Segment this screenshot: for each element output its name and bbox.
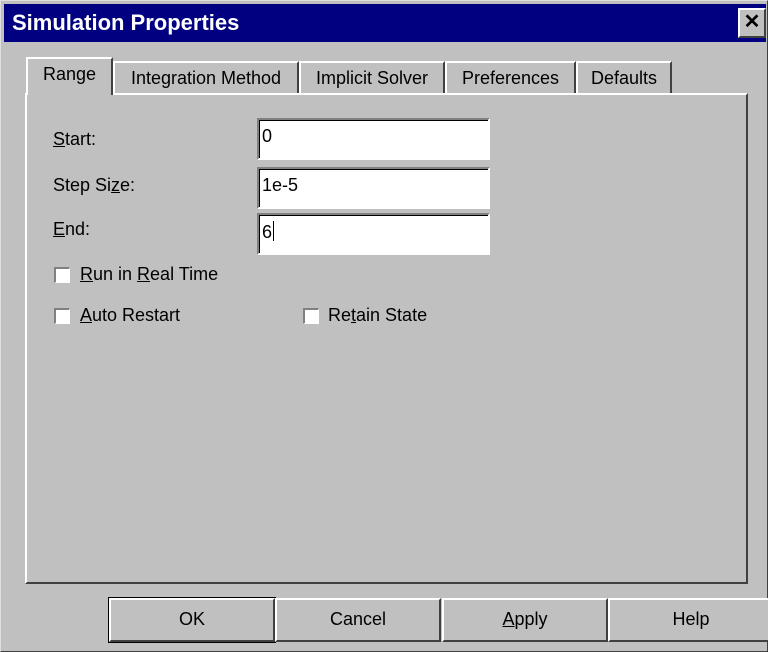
cancel-button[interactable]: Cancel: [275, 598, 441, 642]
step-size-label-mnemonic: z: [111, 175, 121, 195]
help-button[interactable]: Help: [608, 598, 768, 642]
start-field[interactable]: 0: [257, 118, 490, 160]
retain-state-checkbox[interactable]: [303, 308, 319, 324]
start-label: Start:: [53, 129, 96, 150]
tab-defaults-label: Defaults: [590, 68, 658, 88]
apply-button[interactable]: Apply: [442, 598, 608, 642]
apply-button-rest: pply: [514, 609, 548, 629]
tab-implicit-solver-label: Implicit Solver: [315, 68, 429, 88]
close-button[interactable]: ✕: [738, 8, 766, 38]
ok-button[interactable]: OK: [108, 597, 276, 643]
retain-state-b: ain State: [356, 305, 428, 325]
run-in-real-time-label[interactable]: Run in Real Time: [80, 264, 218, 285]
retain-state-label[interactable]: Retain State: [328, 305, 427, 326]
ok-button-label: OK: [178, 609, 205, 629]
tab-implicit-solver[interactable]: Implicit Solver: [299, 61, 445, 93]
tab-range-label: Range: [42, 64, 97, 84]
auto-restart-checkbox[interactable]: [54, 308, 70, 324]
end-label-mnemonic: E: [53, 219, 66, 239]
end-label-rest: nd:: [65, 219, 91, 239]
end-field[interactable]: 6: [257, 213, 490, 255]
apply-button-mnemonic: A: [502, 609, 515, 629]
title-bar[interactable]: Simulation Properties ✕: [4, 4, 766, 42]
step-size-label-a: Step Si: [53, 175, 112, 195]
auto-restart-rest: uto Restart: [92, 305, 181, 325]
step-size-field[interactable]: 1e-5: [257, 167, 490, 209]
run-in-real-time-rest: un in: [93, 264, 138, 284]
run-in-real-time-checkbox[interactable]: [54, 267, 70, 283]
tab-range[interactable]: Range: [26, 57, 113, 95]
tab-preferences[interactable]: Preferences: [445, 61, 576, 93]
window-title: Simulation Properties: [12, 10, 240, 35]
tab-integration-method-label: Integration Method: [130, 68, 282, 88]
auto-restart-label[interactable]: Auto Restart: [80, 305, 180, 326]
step-size-label-b: e:: [120, 175, 136, 195]
text-caret: [273, 221, 275, 241]
help-button-label: Help: [672, 609, 710, 629]
retain-state-a: Re: [328, 305, 352, 325]
run-in-real-time-mnemonic: R: [80, 264, 93, 284]
end-label: End:: [53, 219, 90, 240]
tab-integration-method[interactable]: Integration Method: [113, 61, 299, 93]
cancel-button-label: Cancel: [329, 609, 387, 629]
start-label-rest: tart:: [65, 129, 97, 149]
end-value: 6: [262, 222, 273, 242]
simulation-properties-dialog: Simulation Properties ✕ Range Integratio…: [0, 0, 768, 652]
close-icon: ✕: [743, 11, 761, 33]
step-size-label: Step Size:: [53, 175, 135, 196]
run-in-real-time-rest-2: eal Time: [150, 264, 219, 284]
start-label-mnemonic: S: [53, 129, 66, 149]
start-value: 0: [262, 126, 273, 146]
step-size-value: 1e-5: [262, 175, 299, 195]
tab-preferences-label: Preferences: [461, 68, 560, 88]
tab-defaults[interactable]: Defaults: [576, 61, 672, 93]
run-in-real-time-mnemonic-2: R: [137, 264, 151, 284]
auto-restart-mnemonic: A: [80, 305, 93, 325]
